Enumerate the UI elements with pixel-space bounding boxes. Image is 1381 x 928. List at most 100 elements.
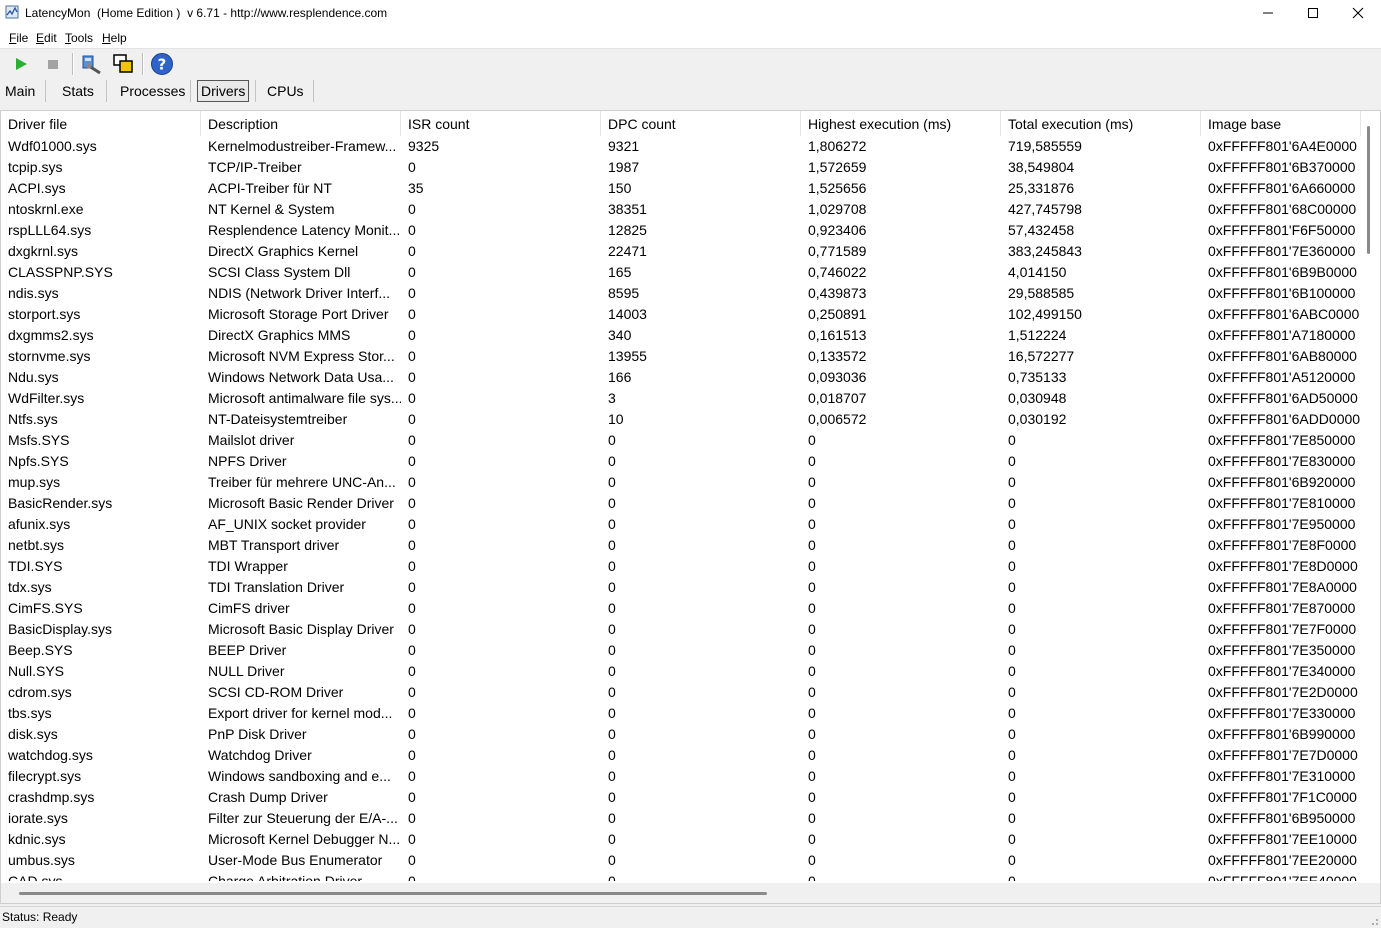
description-cell: MBT Transport driver	[208, 537, 340, 553]
column-header-isr-count[interactable]: ISR count	[401, 111, 601, 136]
horizontal-scrollbar-thumb[interactable]	[19, 892, 767, 895]
driver-file-cell: CLASSPNP.SYS	[8, 264, 113, 280]
driver-file-cell: iorate.sys	[8, 810, 68, 826]
table-row[interactable]: tbs.sys Export driver for kernel mod... 0 0…	[1, 703, 1361, 724]
tab-cpus[interactable]: CPUs	[264, 81, 307, 101]
close-button[interactable]	[1335, 0, 1381, 26]
maximize-button[interactable]	[1290, 0, 1336, 26]
table-row[interactable]: Ndu.sys Windows Network Data Usa... 0 166 0,…	[1, 367, 1361, 388]
description-cell: Microsoft Storage Port Driver	[208, 306, 389, 322]
table-row[interactable]: Wdf01000.sys Kernelmodustreiber-Framew...…	[1, 136, 1361, 157]
table-row[interactable]: netbt.sys MBT Transport driver 0 0 0 0 0xFFFFF…	[1, 535, 1361, 556]
total-execution-cell: 0	[1008, 621, 1016, 637]
description-cell: Kernelmodustreiber-Framew...	[208, 138, 397, 154]
column-header-image-base[interactable]: Image base	[1201, 111, 1361, 136]
table-row[interactable]: disk.sys PnP Disk Driver 0 0 0 0 0xFFFFF801'6B…	[1, 724, 1361, 745]
total-execution-cell: 0	[1008, 474, 1016, 490]
column-header-total-execution[interactable]: Total execution (ms)	[1001, 111, 1201, 136]
isr-count-cell: 0	[408, 705, 416, 721]
dpc-count-cell: 0	[608, 852, 616, 868]
windows-button[interactable]	[111, 52, 135, 76]
table-row[interactable]: CLASSPNP.SYS SCSI Class System Dll 0 165 0,7…	[1, 262, 1361, 283]
table-row[interactable]: watchdog.sys Watchdog Driver 0 0 0 0 0xFFFFF80…	[1, 745, 1361, 766]
tab-stats[interactable]: Stats	[59, 81, 97, 101]
isr-count-cell: 0	[408, 873, 416, 881]
isr-count-cell: 0	[408, 222, 416, 238]
driver-file-cell: cdrom.sys	[8, 684, 72, 700]
driver-file-cell: Msfs.SYS	[8, 432, 70, 448]
menu-help[interactable]: Help	[102, 31, 127, 45]
highest-execution-cell: 0	[808, 516, 816, 532]
dpc-count-cell: 0	[608, 495, 616, 511]
tab-drivers[interactable]: Drivers	[197, 80, 250, 102]
total-execution-cell: 57,432458	[1008, 222, 1075, 238]
isr-count-cell: 0	[408, 789, 416, 805]
image-base-cell: 0xFFFFF801'6A4E0000	[1208, 138, 1357, 154]
total-execution-cell: 0	[1008, 747, 1016, 763]
total-execution-cell: 0	[1008, 642, 1016, 658]
isr-count-cell: 0	[408, 243, 416, 259]
table-row[interactable]: Beep.SYS BEEP Driver 0 0 0 0 0xFFFFF801'7E3500…	[1, 640, 1361, 661]
table-row[interactable]: Msfs.SYS Mailslot driver 0 0 0 0 0xFFFFF801'7E…	[1, 430, 1361, 451]
table-row[interactable]: CimFS.SYS CimFS driver 0 0 0 0 0xFFFFF801'7E87…	[1, 598, 1361, 619]
table-row[interactable]: tcpip.sys TCP/IP-Treiber 0 1987 1,572659 38,5…	[1, 157, 1361, 178]
total-execution-cell: 0	[1008, 768, 1016, 784]
description-cell: Microsoft Basic Render Driver	[208, 495, 394, 511]
table-row[interactable]: afunix.sys AF_UNIX socket provider 0 0 0 0 0xF…	[1, 514, 1361, 535]
table-row[interactable]: dxgkrnl.sys DirectX Graphics Kernel 0 22471…	[1, 241, 1361, 262]
column-header-highest-execution[interactable]: Highest execution (ms)	[801, 111, 1001, 136]
column-header-dpc-count[interactable]: DPC count	[601, 111, 801, 136]
table-row[interactable]: filecrypt.sys Windows sandboxing and e...…	[1, 766, 1361, 787]
menu-edit[interactable]: Edit	[36, 31, 57, 45]
drivers-table[interactable]: Driver file Description ISR count DPC count…	[0, 110, 1381, 904]
driver-file-cell: Ndu.sys	[8, 369, 59, 385]
total-execution-cell: 4,014150	[1008, 264, 1067, 280]
start-monitor-button[interactable]	[9, 52, 33, 76]
isr-count-cell: 0	[408, 159, 416, 175]
stop-monitor-button[interactable]	[41, 52, 65, 76]
driver-tool-button[interactable]	[79, 52, 103, 76]
driver-file-cell: filecrypt.sys	[8, 768, 82, 784]
column-header-description[interactable]: Description	[201, 111, 401, 136]
table-row[interactable]: TDI.SYS TDI Wrapper 0 0 0 0 0xFFFFF801'7E8D000…	[1, 556, 1361, 577]
minimize-button[interactable]	[1245, 0, 1291, 26]
vertical-scrollbar-thumb[interactable]	[1367, 126, 1370, 254]
description-cell: BEEP Driver	[208, 642, 287, 658]
vertical-scrollbar[interactable]	[1362, 111, 1380, 883]
table-row[interactable]: BasicRender.sys Microsoft Basic Render Dr…	[1, 493, 1361, 514]
tab-main[interactable]: Main	[2, 81, 38, 101]
table-row[interactable]: crashdmp.sys Crash Dump Driver 0 0 0 0 0xFFFFF…	[1, 787, 1361, 808]
table-row[interactable]: kdnic.sys Microsoft Kernel Debugger N... 0…	[1, 829, 1361, 850]
table-row[interactable]: mup.sys Treiber für mehrere UNC-An... 0 0 0 0…	[1, 472, 1361, 493]
highest-execution-cell: 0,771589	[808, 243, 867, 259]
menu-file[interactable]: File	[9, 31, 28, 45]
highest-execution-cell: 0	[808, 747, 816, 763]
table-row[interactable]: cdrom.sys SCSI CD-ROM Driver 0 0 0 0 0xFFFFF80…	[1, 682, 1361, 703]
table-row[interactable]: tdx.sys TDI Translation Driver 0 0 0 0 0xFFFFF…	[1, 577, 1361, 598]
menu-tools[interactable]: Tools	[65, 31, 93, 45]
table-row[interactable]: stornvme.sys Microsoft NVM Express Stor..…	[1, 346, 1361, 367]
resize-grip-icon[interactable]	[1369, 916, 1379, 926]
table-row[interactable]: rspLLL64.sys Resplendence Latency Monit..…	[1, 220, 1361, 241]
driver-file-cell: netbt.sys	[8, 537, 65, 553]
table-row[interactable]: dxgmms2.sys DirectX Graphics MMS 0 340 0,161…	[1, 325, 1361, 346]
stop-icon	[48, 60, 58, 69]
tab-processes[interactable]: Processes	[117, 81, 188, 101]
table-row[interactable]: ndis.sys NDIS (Network Driver Interf... 0 8…	[1, 283, 1361, 304]
dpc-count-cell: 0	[608, 621, 616, 637]
table-row[interactable]: storport.sys Microsoft Storage Port Drive…	[1, 304, 1361, 325]
driver-file-cell: umbus.sys	[8, 852, 75, 868]
table-row[interactable]: Null.SYS NULL Driver 0 0 0 0 0xFFFFF801'7E3400…	[1, 661, 1361, 682]
table-row[interactable]: Ntfs.sys NT-Dateisystemtreiber 0 10 0,006572…	[1, 409, 1361, 430]
horizontal-scrollbar[interactable]	[1, 883, 1380, 903]
table-row[interactable]: WdFilter.sys Microsoft antimalware file s…	[1, 388, 1361, 409]
table-row[interactable]: ntoskrnl.exe NT Kernel & System 0 38351 1,02…	[1, 199, 1361, 220]
help-button[interactable]: ?	[150, 52, 174, 76]
table-row[interactable]: umbus.sys User-Mode Bus Enumerator 0 0 0 0 0xF…	[1, 850, 1361, 871]
table-row[interactable]: iorate.sys Filter zur Steuerung der E/A-.…	[1, 808, 1361, 829]
table-row[interactable]: Npfs.SYS NPFS Driver 0 0 0 0 0xFFFFF801'7E8300…	[1, 451, 1361, 472]
table-row[interactable]: CAD.sys Charge Arbitration Driver 0 0 0 0 0xFF…	[1, 871, 1361, 881]
table-row[interactable]: BasicDisplay.sys Microsoft Basic Display …	[1, 619, 1361, 640]
table-row[interactable]: ACPI.sys ACPI-Treiber für NT 35 150 1,525656…	[1, 178, 1361, 199]
column-header-driver-file[interactable]: Driver file	[1, 111, 201, 136]
